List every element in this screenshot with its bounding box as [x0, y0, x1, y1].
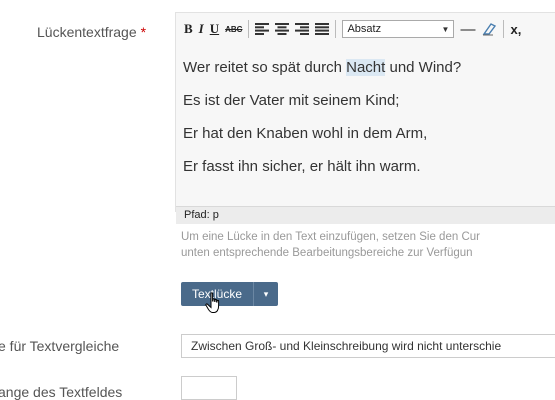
hand-pointer-icon — [205, 292, 220, 313]
gap-text-question-label: Lückentextfrage * — [37, 24, 146, 40]
align-center-icon — [275, 23, 290, 35]
editor-line: Er fasst ihn sicher, er hält ihn warm. — [183, 158, 421, 175]
required-marker: * — [140, 24, 147, 40]
strikethrough-button[interactable]: ABC — [225, 19, 242, 39]
editor-line: Es ist der Vater mit seinem Kind; — [183, 92, 400, 109]
editor-path-bar: Pfad: p — [176, 206, 555, 224]
chevron-down-icon: ▼ — [441, 24, 450, 34]
format-select-value: Absatz — [347, 23, 382, 35]
editor-line-text: und Wind? — [385, 59, 462, 76]
gap-insert-hint: Um eine Lücke in den Text einzufügen, se… — [181, 229, 480, 261]
text-gap-button-group: Textlücke ▾ — [181, 282, 279, 306]
align-justify-icon — [315, 23, 330, 35]
underline-button[interactable]: U — [210, 19, 219, 39]
hint-line: Um eine Lücke in den Text einzufügen, se… — [181, 231, 480, 243]
field-length-input[interactable] — [181, 376, 237, 400]
toolbar-separator — [335, 20, 337, 38]
editor-content[interactable]: Wer reitet so spät durch Nacht und Wind?… — [183, 51, 555, 183]
chevron-down-icon[interactable]: ▾ — [253, 282, 278, 306]
align-left-icon — [255, 23, 270, 35]
eraser-icon — [483, 23, 497, 36]
align-right-button[interactable] — [295, 19, 310, 39]
editor-line: Er hat den Knaben wohl in dem Arm, — [183, 125, 428, 142]
text-compare-label: e für Textvergleiche — [0, 338, 120, 354]
editor-line: Wer reitet so spät durch Nacht und Wind? — [183, 51, 555, 84]
align-left-button[interactable] — [255, 19, 270, 39]
toolbar-separator — [503, 20, 505, 38]
toolbar-separator — [248, 20, 250, 38]
gap-text-question-label-text: Lückentextfrage — [37, 24, 137, 40]
selected-word: Nacht — [346, 59, 386, 76]
editor-toolbar: B I U ABC Absatz ▼ — x, — [176, 13, 555, 45]
align-center-button[interactable] — [275, 19, 290, 39]
align-justify-button[interactable] — [315, 19, 330, 39]
align-right-icon — [295, 23, 310, 35]
bold-button[interactable]: B — [184, 19, 193, 39]
remove-format-button[interactable] — [481, 19, 497, 39]
text-compare-select[interactable]: Zwischen Groß- und Kleinschreibung wird … — [181, 334, 555, 358]
horizontal-rule-button[interactable]: — — [460, 19, 475, 39]
rich-text-editor: B I U ABC Absatz ▼ — x, Wer reitet so sp… — [175, 12, 555, 224]
italic-button[interactable]: I — [199, 19, 204, 39]
hint-line: unten entsprechende Bearbeitungsbereiche… — [181, 247, 473, 259]
format-select[interactable]: Absatz ▼ — [342, 20, 455, 38]
field-length-label: ange des Textfeldes — [0, 384, 123, 400]
subscript-button[interactable]: x, — [510, 19, 521, 39]
editor-line-text: Wer reitet so spät durch — [183, 59, 347, 76]
